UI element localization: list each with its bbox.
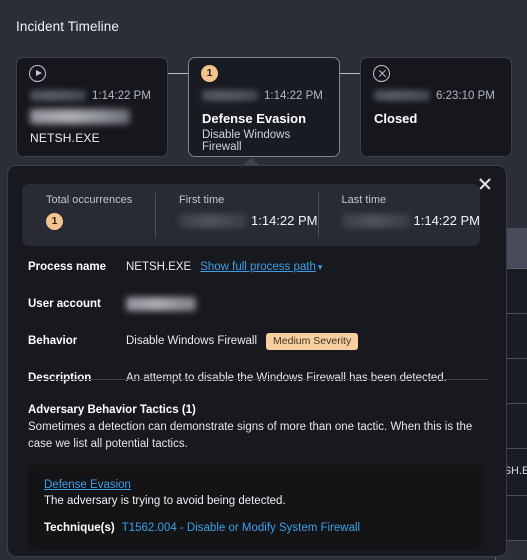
summary-strip: Total occurrences 1 First time 1:14:22 P… bbox=[22, 184, 480, 246]
link-text: Show full process path bbox=[200, 261, 316, 273]
timeline-card-datetime: 6:23:10 PM bbox=[374, 89, 503, 102]
field-description: Description An attempt to disable the Wi… bbox=[28, 369, 488, 387]
timeline-card-subtitle: Disable Windows Firewall bbox=[202, 129, 291, 153]
timeline-card-host bbox=[30, 109, 159, 125]
redacted-date bbox=[179, 213, 247, 228]
play-circle-icon bbox=[29, 65, 46, 82]
summary-label: Last time bbox=[341, 194, 387, 206]
timeline-card-datetime: 1:14:22 PM bbox=[30, 89, 159, 102]
technique-link[interactable]: T1562.004 - Disable or Modify System Fir… bbox=[122, 522, 360, 534]
timeline-card-datetime: 1:14:22 PM bbox=[202, 89, 331, 102]
summary-total-occurrences: Total occurrences 1 bbox=[22, 184, 155, 246]
timeline-card-body: 1:14:22 PM NETSH.EXE bbox=[30, 89, 159, 145]
tactic-summary: The adversary is trying to avoid being d… bbox=[44, 495, 286, 507]
adversary-behavior-tactics: Adversary Behavior Tactics (1) Sometimes… bbox=[28, 404, 490, 550]
redacted-date bbox=[202, 90, 258, 101]
field-value: NETSH.EXE Show full process path ▾ bbox=[126, 261, 322, 273]
detail-panel-caret bbox=[243, 158, 259, 165]
field-user-account: User account bbox=[28, 295, 488, 313]
show-full-process-path-link[interactable]: Show full process path ▾ bbox=[200, 261, 322, 273]
timeline-card-title: Closed bbox=[374, 111, 418, 126]
techniques-label: Technique(s) bbox=[44, 522, 115, 534]
field-behavior: Behavior Disable Windows Firewall Medium… bbox=[28, 332, 488, 350]
timeline-card-time: 1:14:22 PM bbox=[92, 89, 151, 102]
redacted-hostname bbox=[30, 109, 130, 124]
tactic-techniques: Technique(s) T1562.004 - Disable or Modi… bbox=[44, 522, 467, 534]
description-value: An attempt to disable the Windows Firewa… bbox=[126, 372, 447, 384]
detail-fields: Process name NETSH.EXE Show full process… bbox=[28, 258, 488, 406]
tactic-card: Defense Evasion The adversary is trying … bbox=[28, 465, 483, 550]
redacted-user-account bbox=[126, 297, 196, 311]
behavior-value: Disable Windows Firewall bbox=[126, 335, 258, 347]
tactics-heading: Adversary Behavior Tactics (1) bbox=[28, 404, 196, 416]
field-value: An attempt to disable the Windows Firewa… bbox=[126, 372, 447, 384]
redacted-date bbox=[30, 90, 86, 101]
tactic-name-link[interactable]: Defense Evasion bbox=[44, 479, 467, 491]
field-process-name: Process name NETSH.EXE Show full process… bbox=[28, 258, 488, 276]
timeline-card-title: Defense Evasion bbox=[202, 111, 307, 126]
field-label: Description bbox=[28, 372, 92, 384]
page-title: Incident Timeline bbox=[16, 19, 120, 34]
field-value bbox=[126, 297, 196, 311]
count-badge: 1 bbox=[46, 213, 63, 230]
field-label: Behavior bbox=[28, 335, 78, 347]
summary-value: 1:14:22 PM bbox=[341, 213, 481, 228]
summary-time: 1:14:22 PM bbox=[251, 213, 318, 228]
timeline-card-time: 1:14:22 PM bbox=[264, 89, 323, 102]
timeline-card-body: 1:14:22 PM Defense Evasion Disable Windo… bbox=[202, 89, 331, 153]
summary-first-time: First time 1:14:22 PM bbox=[155, 184, 318, 246]
close-circle-icon bbox=[373, 65, 390, 82]
tactics-description: Sometimes a detection can demonstrate si… bbox=[28, 421, 473, 450]
summary-value: 1:14:22 PM bbox=[179, 213, 318, 228]
field-label: Process name bbox=[28, 261, 106, 273]
divider bbox=[28, 379, 488, 380]
summary-label: Total occurrences bbox=[46, 194, 133, 206]
field-value: Disable Windows Firewall Medium Severity bbox=[126, 332, 359, 350]
summary-label: First time bbox=[179, 194, 225, 206]
incident-timeline: 1:14:22 PM NETSH.EXE 1:14:22 PM Defense … bbox=[16, 57, 512, 159]
detail-panel: Total occurrences 1 First time 1:14:22 P… bbox=[7, 165, 507, 557]
timeline-card-process-name: NETSH.EXE bbox=[30, 131, 100, 145]
redacted-date bbox=[341, 213, 410, 228]
timeline-card-time: 6:23:10 PM bbox=[436, 89, 495, 102]
timeline-card-body: 6:23:10 PM Closed bbox=[374, 89, 503, 126]
redacted-date bbox=[374, 90, 430, 101]
chevron-down-icon: ▾ bbox=[317, 262, 323, 272]
field-label: User account bbox=[28, 298, 101, 310]
occurrence-count-badge: 1 bbox=[201, 65, 218, 82]
summary-time: 1:14:22 PM bbox=[413, 213, 481, 228]
summary-value: 1 bbox=[46, 213, 155, 230]
status-badge: Medium Severity bbox=[266, 332, 359, 350]
summary-last-time: Last time 1:14:22 PM bbox=[317, 184, 481, 246]
process-name-value: NETSH.EXE bbox=[126, 261, 192, 273]
